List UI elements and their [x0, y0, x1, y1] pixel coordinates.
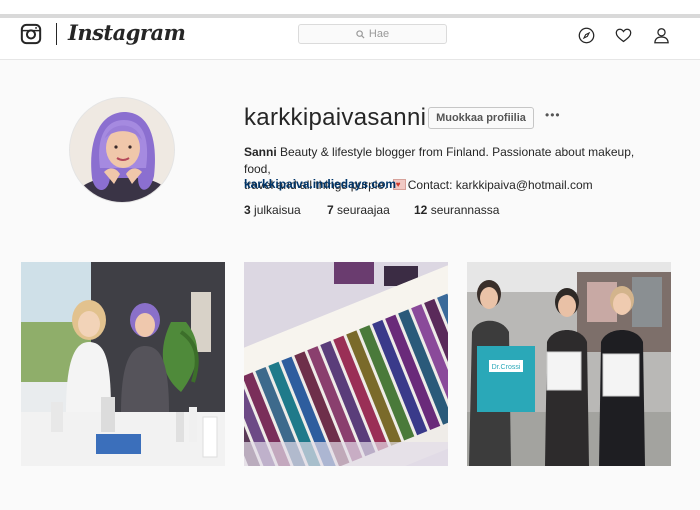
shopping-bag-text: Dr.Crossi — [492, 364, 521, 371]
edit-profile-button[interactable]: Muokkaa profiilia — [428, 107, 534, 129]
top-navigation-bar: Instagram Hae — [0, 18, 700, 60]
stat-followers-label: seuraajaa — [337, 203, 390, 217]
heart-icon[interactable] — [615, 27, 632, 44]
logo-separator — [56, 23, 57, 45]
options-menu-icon[interactable]: ••• — [545, 108, 561, 122]
profile-avatar[interactable] — [69, 97, 175, 203]
search-input[interactable]: Hae — [298, 24, 447, 44]
bio-contact: Contact: karkkipaiva@hotmail.com — [407, 178, 593, 192]
post-thumbnail-3[interactable]: Dr.Crossi — [467, 262, 671, 466]
post-thumbnail-2[interactable] — [244, 262, 448, 466]
stat-following-label: seurannassa — [430, 203, 500, 217]
search-placeholder: Hae — [368, 28, 390, 40]
bio-name: Sanni — [244, 145, 277, 159]
stat-posts-count: 3 — [244, 203, 251, 217]
stat-posts-label: julkaisua — [254, 203, 301, 217]
browser-top-strip — [0, 0, 700, 18]
bio-text-line1: Beauty & lifestyle blogger from Finland.… — [244, 145, 635, 176]
post-thumbnail-1[interactable] — [21, 262, 225, 466]
instagram-wordmark[interactable]: Instagram — [68, 20, 186, 45]
stat-followers-count: 7 — [327, 203, 334, 217]
search-icon — [356, 29, 365, 39]
person-icon[interactable] — [653, 27, 670, 44]
stat-following[interactable]: 12 seurannassa — [414, 203, 499, 217]
compass-icon[interactable] — [578, 27, 595, 44]
profile-website-link[interactable]: karkkipaiva.indiedays.com — [244, 177, 396, 191]
profile-username: karkkipaivasanni — [244, 104, 427, 131]
stat-posts[interactable]: 3 julkaisua — [244, 203, 301, 217]
stat-following-count: 12 — [414, 203, 428, 217]
stat-followers[interactable]: 7 seuraajaa — [327, 203, 390, 217]
instagram-logo-icon[interactable] — [20, 23, 42, 45]
